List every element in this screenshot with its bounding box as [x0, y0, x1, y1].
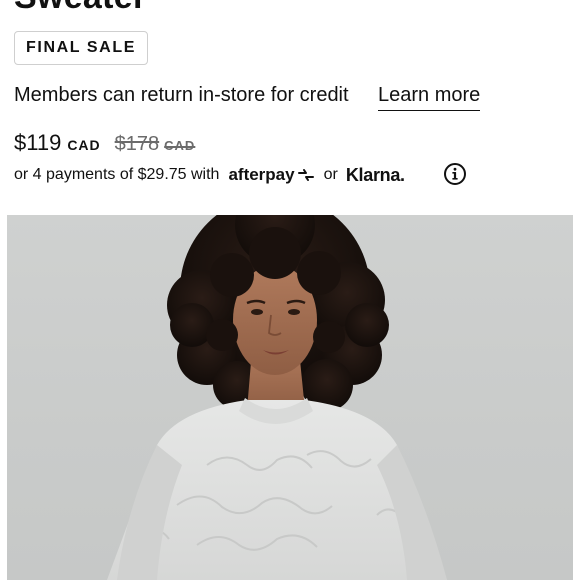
returns-note: Members can return in-store for credit L… — [14, 84, 494, 111]
installments-text: or 4 payments of $29.75 with — [14, 166, 220, 183]
product-image[interactable] — [7, 215, 573, 580]
sale-price: $119 — [14, 130, 62, 155]
model-illustration — [107, 215, 447, 580]
original-price-value: $178 — [114, 133, 160, 155]
price-row: $119 CAD $178 CAD — [14, 130, 195, 160]
original-price: $178 CAD — [115, 133, 196, 156]
installments-row: or 4 payments of $29.75 with afterpay or… — [14, 163, 405, 187]
klarna-link[interactable]: Klarna. — [346, 165, 405, 186]
learn-more-link[interactable]: Learn more — [378, 84, 481, 111]
final-sale-badge: FINAL SALE — [14, 31, 148, 65]
afterpay-arrows-icon — [297, 169, 314, 181]
or-text: or — [323, 166, 338, 183]
original-currency: CAD — [164, 138, 196, 153]
afterpay-link[interactable]: afterpay — [228, 165, 314, 185]
product-title: Sweater — [14, 0, 147, 17]
info-circle-icon[interactable] — [443, 162, 467, 186]
afterpay-label: afterpay — [228, 165, 295, 184]
returns-text: Members can return in-store for credit — [14, 84, 349, 106]
sale-currency: CAD — [67, 137, 101, 153]
